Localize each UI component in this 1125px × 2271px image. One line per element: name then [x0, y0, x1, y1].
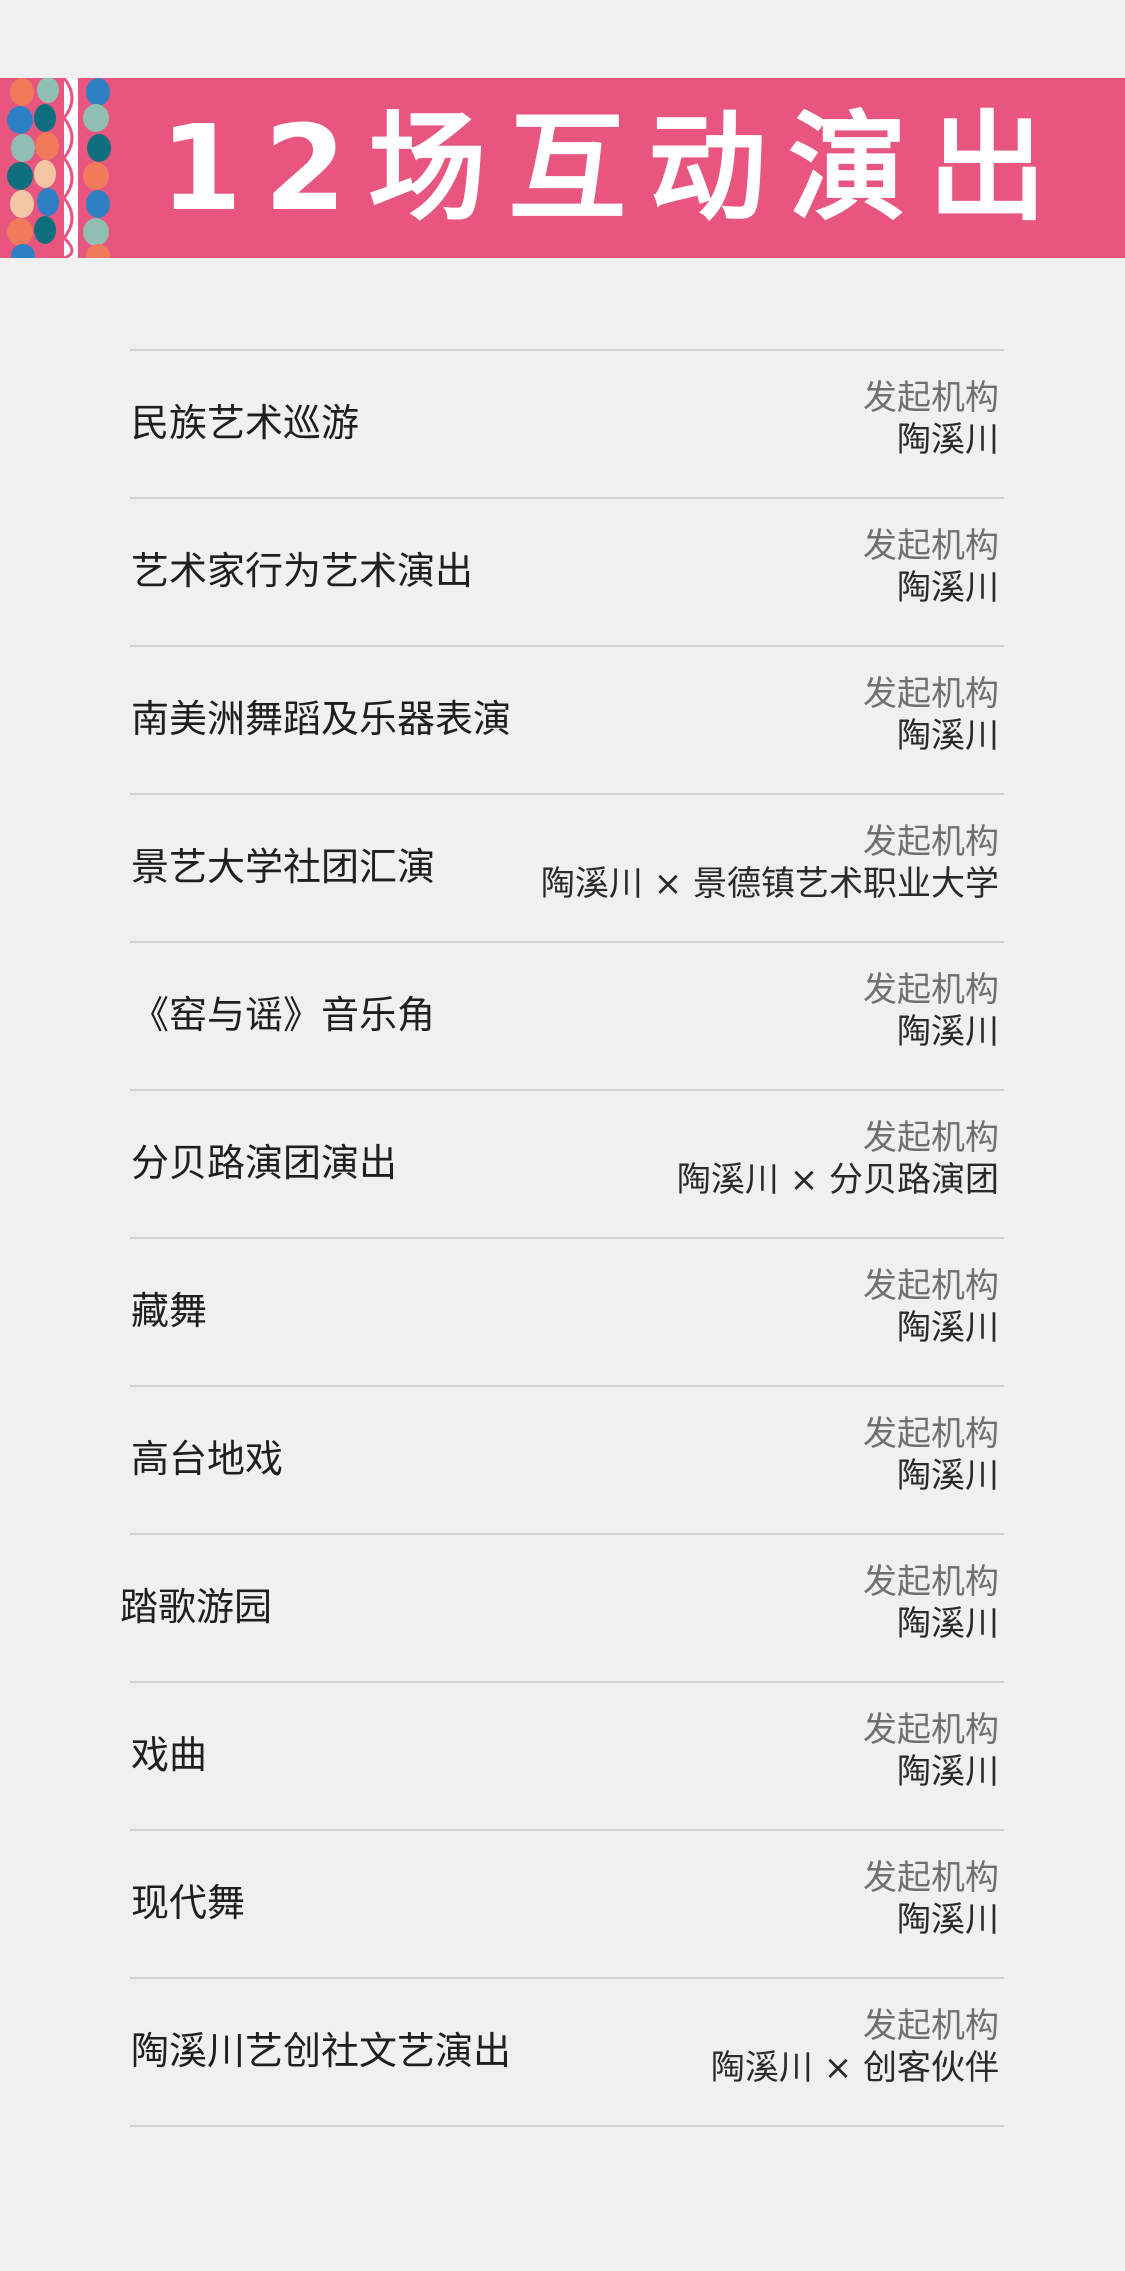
woven-pattern-icon — [0, 78, 122, 258]
organizer: 发起机构 陶溪川 — [863, 525, 999, 609]
divider — [130, 2125, 1004, 2127]
organizer-label: 发起机构 — [863, 1266, 999, 1306]
organizer-value: 陶溪川 — [897, 568, 999, 608]
event-name: 民族艺术巡游 — [131, 401, 360, 445]
event-name: 现代舞 — [131, 1881, 246, 1925]
event-name: 踏歌游园 — [120, 1585, 273, 1629]
organizer-value: 陶溪川 × 创客伙伴 — [710, 2048, 999, 2088]
organizer: 发起机构 陶溪川 — [863, 1413, 999, 1497]
list-item: 藏舞 发起机构 陶溪川 — [0, 1237, 1125, 1385]
header-banner: 12场互动演出 — [0, 78, 1125, 258]
organizer: 发起机构 陶溪川 — [863, 1561, 999, 1645]
organizer-label: 发起机构 — [863, 822, 999, 862]
organizer-label: 发起机构 — [863, 1414, 999, 1454]
organizer-label: 发起机构 — [863, 2006, 999, 2046]
organizer-value: 陶溪川 — [897, 420, 999, 460]
organizer-value: 陶溪川 — [897, 1308, 999, 1348]
organizer: 发起机构 陶溪川 × 景德镇艺术职业大学 — [541, 821, 999, 905]
organizer-value: 陶溪川 × 分贝路演团 — [676, 1160, 999, 1200]
organizer-label: 发起机构 — [863, 1562, 999, 1602]
organizer: 发起机构 陶溪川 — [863, 673, 999, 757]
event-name: 陶溪川艺创社文艺演出 — [131, 2029, 512, 2073]
organizer-value: 陶溪川 — [897, 1012, 999, 1052]
list-item: 陶溪川艺创社文艺演出 发起机构 陶溪川 × 创客伙伴 — [0, 1977, 1125, 2125]
organizer-value: 陶溪川 — [897, 1900, 999, 1940]
list-item: 南美洲舞蹈及乐器表演 发起机构 陶溪川 — [0, 645, 1125, 793]
organizer: 发起机构 陶溪川 — [863, 1857, 999, 1941]
organizer-label: 发起机构 — [863, 1710, 999, 1750]
organizer: 发起机构 陶溪川 — [863, 377, 999, 461]
event-name: 南美洲舞蹈及乐器表演 — [131, 697, 512, 741]
organizer-label: 发起机构 — [863, 970, 999, 1010]
organizer-label: 发起机构 — [863, 1118, 999, 1158]
list-item: 景艺大学社团汇演 发起机构 陶溪川 × 景德镇艺术职业大学 — [0, 793, 1125, 941]
list-item: 踏歌游园 发起机构 陶溪川 — [0, 1533, 1125, 1681]
list-item: 分贝路演团演出 发起机构 陶溪川 × 分贝路演团 — [0, 1089, 1125, 1237]
organizer: 发起机构 陶溪川 — [863, 1265, 999, 1349]
list-item: 民族艺术巡游 发起机构 陶溪川 — [0, 349, 1125, 497]
organizer-value: 陶溪川 — [897, 716, 999, 756]
organizer-label: 发起机构 — [863, 526, 999, 566]
event-name: 高台地戏 — [131, 1437, 284, 1481]
organizer: 发起机构 陶溪川 — [863, 969, 999, 1053]
organizer-value: 陶溪川 — [897, 1456, 999, 1496]
event-name: 藏舞 — [131, 1289, 208, 1333]
organizer: 发起机构 陶溪川 × 创客伙伴 — [711, 2005, 999, 2089]
event-name: 艺术家行为艺术演出 — [131, 549, 474, 593]
organizer-value: 陶溪川 — [897, 1752, 999, 1792]
list-item: 艺术家行为艺术演出 发起机构 陶溪川 — [0, 497, 1125, 645]
organizer-label: 发起机构 — [863, 674, 999, 714]
event-name: 《窑与谣》音乐角 — [131, 993, 436, 1037]
organizer: 发起机构 陶溪川 × 分贝路演团 — [677, 1117, 999, 1201]
list-item: 高台地戏 发起机构 陶溪川 — [0, 1385, 1125, 1533]
event-name: 分贝路演团演出 — [131, 1141, 398, 1185]
organizer: 发起机构 陶溪川 — [863, 1709, 999, 1793]
organizer-label: 发起机构 — [863, 1858, 999, 1898]
list-item: 现代舞 发起机构 陶溪川 — [0, 1829, 1125, 1977]
organizer-label: 发起机构 — [863, 378, 999, 418]
organizer-value: 陶溪川 — [897, 1604, 999, 1644]
event-name: 戏曲 — [131, 1733, 208, 1777]
list-item: 戏曲 发起机构 陶溪川 — [0, 1681, 1125, 1829]
page-title: 12场互动演出 — [160, 99, 1069, 237]
list-item: 《窑与谣》音乐角 发起机构 陶溪川 — [0, 941, 1125, 1089]
event-name: 景艺大学社团汇演 — [131, 845, 436, 889]
organizer-value: 陶溪川 × 景德镇艺术职业大学 — [540, 864, 999, 904]
